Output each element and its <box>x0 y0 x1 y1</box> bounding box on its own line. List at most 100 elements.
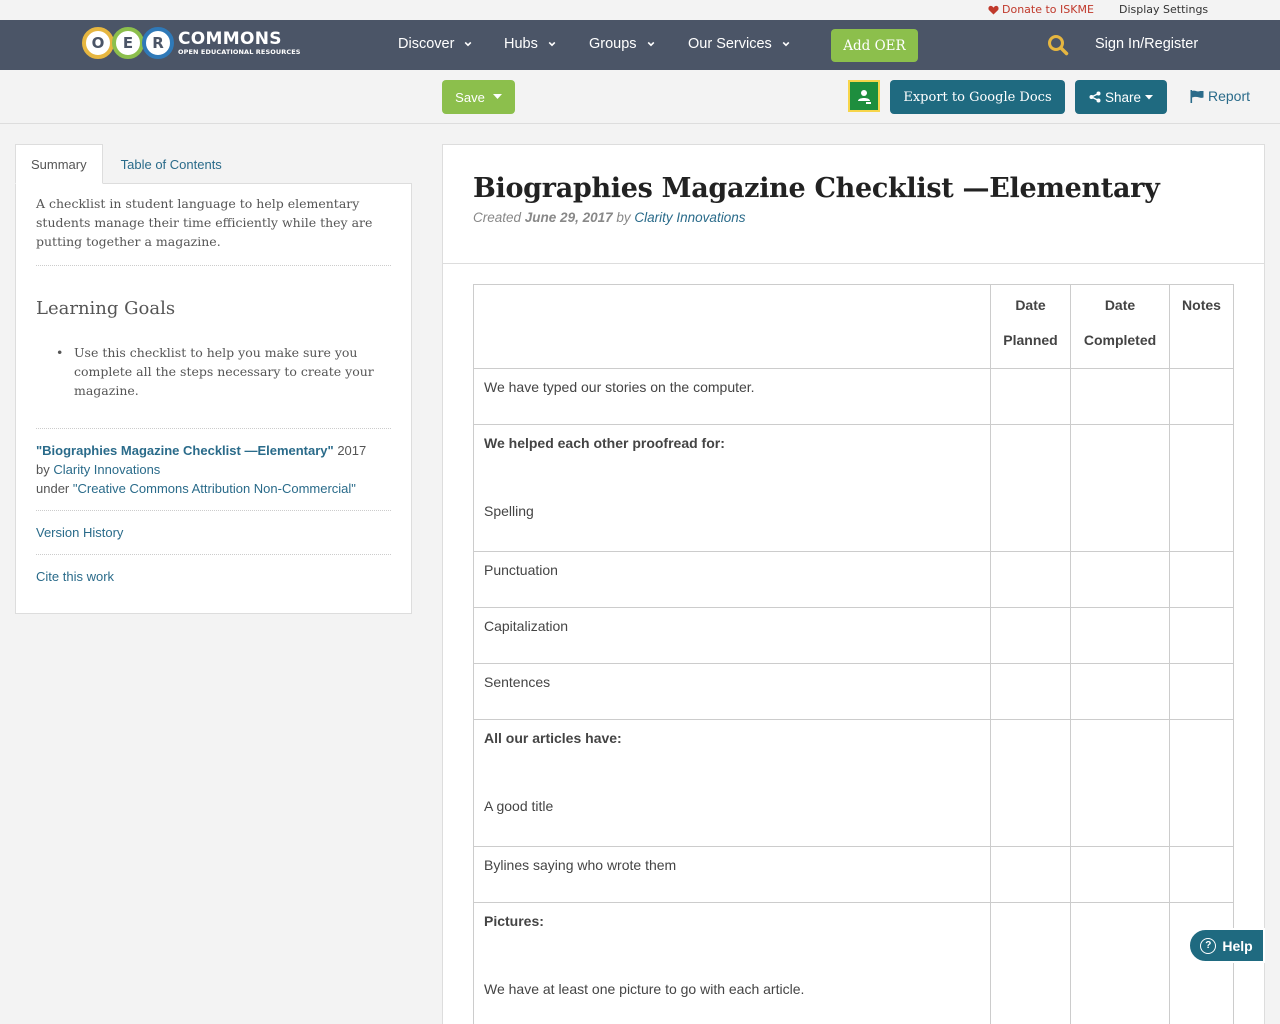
table-row: All our articles have: A good title <box>473 719 1234 847</box>
attribution-year: 2017 <box>337 443 367 458</box>
date-completed-cell <box>1070 663 1170 720</box>
donate-link[interactable]: Donate to ISKME <box>988 3 1094 16</box>
caret-down-icon <box>1145 94 1154 99</box>
date-planned-cell <box>990 368 1071 425</box>
oer-commons-logo[interactable]: O E R COMMONS OPEN EDUCATIONAL RESOURCES <box>82 26 301 60</box>
task-subtext: A good title <box>484 798 554 814</box>
created-author-link[interactable]: Clarity Innovations <box>634 210 745 225</box>
task-text: Sentences <box>484 674 551 690</box>
nav-hubs[interactable]: Hubs <box>504 36 556 52</box>
flag-icon <box>1190 89 1204 103</box>
resource-header: Biographies Magazine Checklist —Elementa… <box>443 145 1264 264</box>
save-button[interactable]: Save <box>442 80 515 114</box>
main-navbar: O E R COMMONS OPEN EDUCATIONAL RESOURCES… <box>0 20 1280 70</box>
learning-goals-heading: Learning Goals <box>36 298 176 319</box>
task-text: Bylines saying who wrote them <box>484 857 677 873</box>
created-label: Created <box>473 210 522 225</box>
task-cell: We helped each other proofread for: Spell… <box>473 424 991 552</box>
checklist-header-row: Date Planned Date Completed Notes <box>473 284 1234 369</box>
nav-hubs-label: Hubs <box>504 36 538 52</box>
version-history-link[interactable]: Version History <box>36 525 123 540</box>
task-cell: Bylines saying who wrote them <box>473 846 991 903</box>
tab-table-of-contents[interactable]: Table of Contents <box>106 144 237 184</box>
table-row: Bylines saying who wrote them <box>473 846 1234 903</box>
nav-groups[interactable]: Groups <box>589 36 655 52</box>
task-text: We helped each other proofread for: <box>484 435 725 451</box>
notes-cell <box>1169 846 1234 903</box>
report-link[interactable]: Report <box>1190 88 1250 104</box>
google-classroom-icon[interactable] <box>848 80 880 112</box>
search-icon[interactable] <box>1047 34 1069 56</box>
license-link[interactable]: "Creative Commons Attribution Non-Commer… <box>73 481 356 496</box>
checklist-body: We have typed our stories on the compute… <box>473 368 1234 1024</box>
attribution-by: by <box>36 462 50 477</box>
attribution-title-link[interactable]: "Biographies Magazine Checklist —Element… <box>36 443 334 458</box>
donate-label: Donate to ISKME <box>1002 3 1094 16</box>
display-settings-link[interactable]: Display Settings <box>1119 3 1208 16</box>
header-date-completed: Date Completed <box>1070 284 1170 369</box>
created-by-label: by <box>616 210 631 225</box>
task-cell: We have typed our stories on the compute… <box>473 368 991 425</box>
help-button[interactable]: ? Help <box>1188 928 1265 963</box>
chevron-down-icon <box>465 41 472 47</box>
help-label: Help <box>1222 937 1253 954</box>
date-completed-cell <box>1070 607 1170 664</box>
resource-toolbar: Save Export to Google Docs Share Report <box>0 70 1280 124</box>
share-button[interactable]: Share <box>1075 80 1167 114</box>
date-completed-cell <box>1070 902 1170 1024</box>
table-row: Capitalization <box>473 607 1234 664</box>
header-notes: Notes <box>1169 284 1234 369</box>
resource-description: A checklist in student language to help … <box>36 194 391 266</box>
notes-cell <box>1169 607 1234 664</box>
sign-in-register-link[interactable]: Sign In/Register <box>1095 36 1198 52</box>
heart-icon <box>988 5 999 15</box>
date-planned-cell <box>990 719 1071 847</box>
task-cell: Pictures: We have at least one picture to… <box>473 902 991 1024</box>
table-row: Sentences <box>473 663 1234 720</box>
chevron-down-icon <box>782 41 790 47</box>
classroom-person-icon <box>858 90 871 104</box>
task-text: Pictures: <box>484 913 544 929</box>
date-completed-cell <box>1070 368 1170 425</box>
date-planned-cell <box>990 551 1071 608</box>
date-completed-cell <box>1070 424 1170 552</box>
resource-content: Biographies Magazine Checklist —Elementa… <box>442 144 1265 1024</box>
caret-down-icon <box>492 94 502 99</box>
date-completed-cell <box>1070 846 1170 903</box>
table-row: We have typed our stories on the compute… <box>473 368 1234 425</box>
nav-discover-label: Discover <box>398 36 455 52</box>
utility-bar: Donate to ISKME Display Settings <box>0 0 1280 20</box>
export-google-docs-button[interactable]: Export to Google Docs <box>890 80 1065 114</box>
sidebar-tabs: Summary Table of Contents <box>15 144 237 184</box>
task-text: All our articles have: <box>484 730 622 746</box>
attribution: "Biographies Magazine Checklist —Element… <box>36 441 391 511</box>
date-planned-cell <box>990 607 1071 664</box>
attribution-under: under <box>36 481 70 496</box>
report-label: Report <box>1208 88 1251 104</box>
tab-summary[interactable]: Summary <box>15 144 103 184</box>
task-subtext: Spelling <box>484 503 534 519</box>
notes-cell <box>1169 368 1234 425</box>
logo-tagline: OPEN EDUCATIONAL RESOURCES <box>178 47 301 56</box>
cite-this-work-link[interactable]: Cite this work <box>36 569 114 584</box>
date-planned-cell <box>990 902 1071 1024</box>
add-oer-button[interactable]: Add OER <box>831 29 918 62</box>
date-completed-cell <box>1070 551 1170 608</box>
nav-discover[interactable]: Discover <box>398 36 472 52</box>
checklist-table: Date Planned Date Completed Notes We hav… <box>473 284 1234 1024</box>
version-history-row: Version History <box>36 511 391 555</box>
share-icon <box>1089 91 1101 103</box>
task-cell: All our articles have: A good title <box>473 719 991 847</box>
notes-cell <box>1169 424 1234 552</box>
task-text: We have typed our stories on the compute… <box>484 379 755 395</box>
task-cell: Capitalization <box>473 607 991 664</box>
chevron-down-icon <box>647 41 654 47</box>
nav-groups-label: Groups <box>589 36 637 52</box>
nav-our-services[interactable]: Our Services <box>688 36 790 52</box>
header-task <box>473 284 991 369</box>
logo-letter-e: E <box>112 27 144 59</box>
share-label: Share <box>1104 89 1142 105</box>
attribution-author-link[interactable]: Clarity Innovations <box>53 462 160 477</box>
task-cell: Sentences <box>473 663 991 720</box>
question-icon: ? <box>1200 937 1217 954</box>
